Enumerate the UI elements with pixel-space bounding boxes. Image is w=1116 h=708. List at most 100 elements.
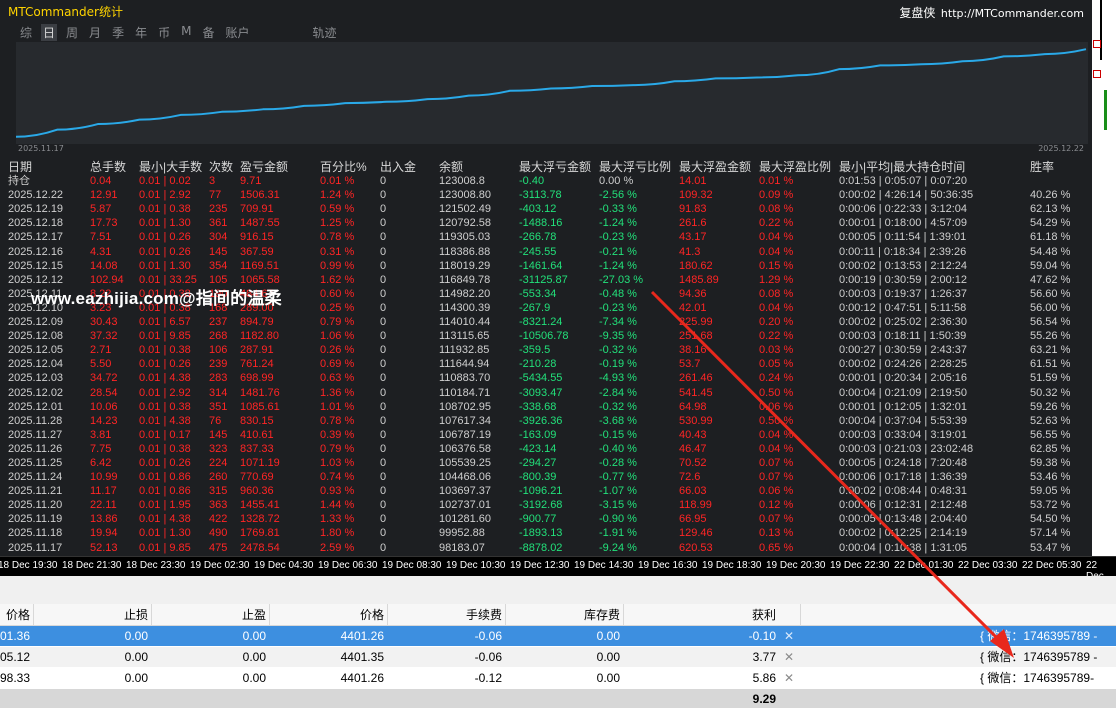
cell-min-max-lots: 0.01 | 0.38: [139, 203, 191, 216]
cell-hold-time: 0:00:03 | 0:19:37 | 1:26:37: [839, 287, 968, 300]
price-chart-edge: [1092, 0, 1116, 556]
tab-account[interactable]: 账户: [223, 24, 251, 41]
panel-divider: [0, 576, 1116, 604]
col-total-lots[interactable]: 总手数: [90, 160, 126, 174]
hdr-price[interactable]: 价格: [270, 604, 384, 626]
cell-deposit: 0: [380, 231, 387, 244]
cell-hold-time: 0:00:27 | 0:30:59 | 2:43:37: [839, 344, 968, 357]
table-row[interactable]: 2025.12.05 2.71 0.01 | 0.38 106 287.91 0.26 %…: [0, 343, 1092, 357]
table-row[interactable]: 2025.12.16 4.31 0.01 | 0.26 145 367.59 0.31 %…: [0, 245, 1092, 259]
tab-month[interactable]: 月: [87, 24, 103, 41]
close-icon[interactable]: ✕: [784, 668, 794, 688]
cell-max-float-profit: 620.53: [679, 541, 713, 554]
table-row[interactable]: 2025.11.25 6.42 0.01 | 0.26 224 1071.19 1.03 …: [0, 456, 1092, 470]
col-max-float-loss[interactable]: 最大浮亏金额: [519, 160, 591, 174]
table-row[interactable]: 2025.12.02 28.54 0.01 | 2.92 314 1481.76 1.36…: [0, 386, 1092, 400]
cell-count: 351: [209, 400, 228, 413]
table-row[interactable]: 2025.11.20 22.11 0.01 | 1.95 363 1455.41 1.44…: [0, 498, 1092, 512]
table-row[interactable]: 2025.12.22 12.91 0.01 | 2.92 77 1506.31 1.24 …: [0, 188, 1092, 202]
cell-percent: 0.99 %: [320, 259, 355, 272]
cell-balance: 105539.25: [439, 456, 491, 469]
tab-track[interactable]: 轨迹: [311, 24, 339, 41]
table-row[interactable]: 2025.11.18 19.94 0.01 | 1.30 490 1769.81 1.80…: [0, 526, 1092, 540]
table-row[interactable]: 2025.12.09 30.43 0.01 | 6.57 237 894.79 0.79 …: [0, 315, 1092, 329]
col-count[interactable]: 次数: [209, 160, 233, 174]
tab-day[interactable]: 日: [41, 24, 58, 41]
tab-week[interactable]: 周: [64, 24, 80, 41]
cell-min-max-lots: 0.01 | 0.26: [139, 245, 191, 258]
cell-hold-time: 0:00:02 | 0:24:26 | 2:28:25: [839, 358, 968, 371]
hdr-swap[interactable]: 库存费: [506, 604, 620, 626]
table-row[interactable]: 2025.11.24 10.99 0.01 | 0.86 260 770.69 0.74 …: [0, 470, 1092, 484]
cell: -0.40: [519, 175, 545, 188]
chart-background: [16, 42, 1088, 144]
tab-magic[interactable]: M: [179, 24, 193, 41]
cell-percent: 0.69 %: [320, 358, 355, 371]
cell-deposit: 0: [380, 203, 387, 216]
cell-deposit: 0: [380, 273, 387, 286]
table-row[interactable]: 2025.12.01 10.06 0.01 | 0.38 351 1085.61 1.01…: [0, 400, 1092, 414]
table-row[interactable]: 2025.11.21 11.17 0.01 | 0.86 315 960.36 0.93 …: [0, 484, 1092, 498]
tab-note[interactable]: 备: [200, 24, 216, 41]
trade-row[interactable]: 01.36 0.00 0.00 4401.26 -0.06 0.00 -0.10…: [0, 626, 1116, 646]
col-deposit[interactable]: 出入金: [380, 160, 416, 174]
col-date[interactable]: 日期: [8, 160, 32, 174]
col-win-rate[interactable]: 胜率: [1030, 160, 1054, 174]
cell-hold-time: 0:00:03 | 0:33:04 | 3:19:01: [839, 428, 968, 441]
col-max-float-profit-pct[interactable]: 最大浮盈比例: [759, 160, 831, 174]
table-row[interactable]: 2025.12.17 7.51 0.01 | 0.26 304 916.15 0.78 %…: [0, 230, 1092, 244]
table-row[interactable]: 2025.12.04 5.50 0.01 | 0.26 239 761.24 0.69 %…: [0, 357, 1092, 371]
cell-total-lots: 11.17: [90, 485, 117, 498]
col-pnl[interactable]: 盈亏金额: [240, 160, 288, 174]
cell-max-float-loss: -338.68: [519, 400, 557, 413]
tab-quarter[interactable]: 季: [110, 24, 126, 41]
brand-url[interactable]: http://MTCommander.com: [941, 7, 1084, 20]
time-tick: 18 Dec 21:30: [62, 560, 122, 571]
table-row[interactable]: 2025.11.17 52.13 0.01 | 9.85 475 2478.54 2.59…: [0, 541, 1092, 555]
tab-year[interactable]: 年: [133, 24, 149, 41]
cell-percent: 0.25 %: [320, 301, 355, 314]
cell-balance: 110184.71: [439, 386, 491, 399]
table-row[interactable]: 2025.11.26 7.75 0.01 | 0.38 323 837.33 0.79 %…: [0, 442, 1092, 456]
cell-deposit: 0: [380, 217, 387, 230]
hdr-open-price[interactable]: 价格: [0, 604, 30, 626]
col-max-float-loss-pct[interactable]: 最大浮亏比例: [599, 160, 671, 174]
hdr-commission[interactable]: 手续费: [388, 604, 502, 626]
trade-row[interactable]: 98.33 0.00 0.00 4401.26 -0.12 0.00 5.86 …: [0, 668, 1116, 688]
cell-pnl: 1506.31: [240, 189, 280, 202]
table-row[interactable]: 2025.12.08 37.32 0.01 | 9.85 268 1182.80 1.06…: [0, 329, 1092, 343]
cell-max-float-profit-pct: 0.13 %: [759, 527, 794, 540]
hdr-take-profit[interactable]: 止盈: [152, 604, 266, 626]
hdr-stop-loss[interactable]: 止损: [34, 604, 148, 626]
tab-symbol[interactable]: 币: [156, 24, 172, 41]
col-min-max-lots[interactable]: 最小|大手数: [139, 160, 202, 174]
close-icon[interactable]: ✕: [784, 647, 794, 667]
cell-pnl: 410.61: [240, 428, 274, 441]
brand-link[interactable]: 复盘侠 http://MTCommander.com: [899, 4, 1084, 21]
table-row[interactable]: 2025.11.27 3.81 0.01 | 0.17 145 410.61 0.39 %…: [0, 428, 1092, 442]
cell-date: 2025.11.24: [8, 471, 63, 484]
col-balance[interactable]: 余额: [439, 160, 463, 174]
table-row[interactable]: 2025.11.28 14.23 0.01 | 4.38 76 830.15 0.78 %…: [0, 414, 1092, 428]
tab-all[interactable]: 综: [18, 24, 34, 41]
cell-max-float-profit: 43.17: [679, 231, 707, 244]
cell-win-rate: 54.29 %: [1030, 217, 1071, 230]
table-row[interactable]: 2025.12.18 17.73 0.01 | 1.30 361 1487.55 1.25…: [0, 216, 1092, 230]
cell-max-float-profit: 251.68: [679, 330, 713, 343]
table-row[interactable]: 2025.12.15 14.08 0.01 | 1.30 354 1169.51 0.99…: [0, 259, 1092, 273]
cell-balance: 110883.70: [439, 372, 491, 385]
cell-max-float-loss-pct: -3.15 %: [599, 499, 637, 512]
hdr-profit[interactable]: 获利: [624, 604, 776, 626]
table-row[interactable]: 2025.11.19 13.86 0.01 | 4.38 422 1328.72 1.33…: [0, 512, 1092, 526]
col-max-float-profit[interactable]: 最大浮盈金额: [679, 160, 751, 174]
table-row[interactable]: 2025.12.03 34.72 0.01 | 4.38 283 698.99 0.63 …: [0, 371, 1092, 385]
cell-max-float-loss-pct: -3.68 %: [599, 414, 637, 427]
stats-window: MTCommander统计 复盘侠 http://MTCommander.com…: [0, 0, 1092, 556]
col-hold-time[interactable]: 最小|平均|最大持仓时间: [839, 160, 965, 174]
cell-count: 145: [209, 245, 228, 258]
col-percent[interactable]: 百分比%: [320, 160, 367, 174]
close-icon[interactable]: ✕: [784, 626, 794, 646]
table-row[interactable]: 2025.12.19 5.87 0.01 | 0.38 235 709.91 0.59 %…: [0, 202, 1092, 216]
cell-hold-time: 0:00:04 | 0:21:09 | 2:19:50: [839, 386, 968, 399]
trade-row[interactable]: 05.12 0.00 0.00 4401.35 -0.06 0.00 3.77 …: [0, 647, 1116, 667]
